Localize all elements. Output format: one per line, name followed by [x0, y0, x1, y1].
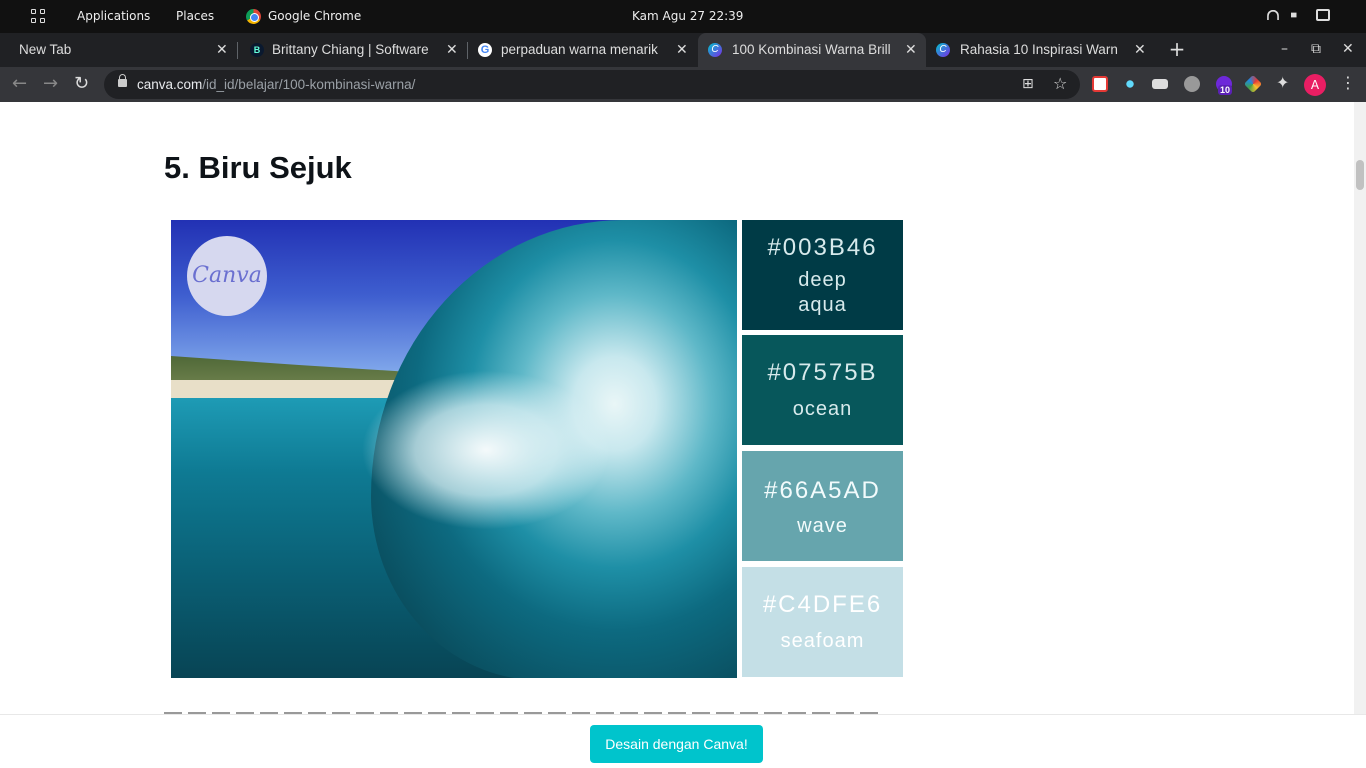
minimize-button[interactable]: –	[1281, 41, 1288, 57]
back-button[interactable]: ←	[12, 73, 27, 94]
browser-toolbar: ← → ↻ canva.com/id_id/belajar/100-kombin…	[0, 67, 1366, 102]
cast-extension-icon[interactable]	[1152, 79, 1168, 89]
translate-icon[interactable]: ⊞	[1022, 76, 1034, 92]
section-heading: 5. Biru Sejuk	[164, 150, 352, 185]
close-window-button[interactable]: ✕	[1342, 41, 1354, 57]
blocker-extension-icon[interactable]	[1184, 76, 1200, 92]
calendar-extension-icon[interactable]	[1092, 76, 1108, 92]
chrome-menu-icon[interactable]: ⋮	[1340, 73, 1356, 92]
swatch-name: seafoam	[780, 630, 865, 652]
clock[interactable]: Kam Agu 27 22:39	[632, 9, 743, 23]
maximize-button[interactable]: ⧉	[1311, 41, 1321, 57]
new-tab-button[interactable]: +	[1166, 38, 1188, 60]
swatch-wave: #66A5AD wave	[742, 451, 903, 561]
extension-badge: 10	[1218, 85, 1233, 95]
swatch-ocean: #07575B ocean	[742, 335, 903, 445]
wave-photo: Canva	[171, 220, 737, 678]
url-path: /id_id/belajar/100-kombinasi-warna/	[202, 77, 416, 92]
tab-title: Rahasia 10 Inspirasi Warn	[960, 42, 1118, 57]
swatch-name-line1: deep	[798, 269, 847, 291]
reload-button[interactable]: ↻	[74, 73, 89, 94]
design-with-canva-button[interactable]: Desain dengan Canva!	[590, 725, 763, 763]
swatch-name: ocean	[792, 398, 853, 420]
tab-brittany-chiang[interactable]: B Brittany Chiang | Software ✕	[238, 33, 468, 67]
extensions-puzzle-icon[interactable]: ✦	[1276, 73, 1289, 92]
address-bar[interactable]: canva.com/id_id/belajar/100-kombinasi-wa…	[104, 70, 1080, 99]
wifi-icon	[1267, 9, 1279, 21]
scrollbar-track[interactable]	[1354, 102, 1366, 714]
canva-logo: Canva	[187, 236, 267, 316]
swatch-hex: #C4DFE6	[762, 591, 883, 618]
tab-google-search[interactable]: G perpaduan warna menarik ✕	[468, 33, 698, 67]
tab-close-icon[interactable]: ✕	[1134, 41, 1146, 58]
color-picker-extension-icon[interactable]	[1243, 74, 1263, 94]
tab-close-icon[interactable]: ✕	[446, 41, 458, 58]
swatch-name: wave	[797, 515, 848, 537]
applications-menu[interactable]: Applications	[77, 9, 150, 23]
swatch-name-line2: aqua	[798, 294, 847, 316]
volume-icon	[1291, 9, 1301, 21]
tab-rahasia-inspirasi[interactable]: C Rahasia 10 Inspirasi Warn ✕	[926, 33, 1158, 67]
react-devtools-icon[interactable]	[1122, 76, 1138, 92]
swatch-seafoam: #C4DFE6 seafoam	[742, 567, 903, 677]
swatch-hex: #003B46	[767, 234, 878, 261]
tab-new-tab[interactable]: New Tab ✕	[8, 33, 238, 67]
system-top-bar: Applications Places Google Chrome Kam Ag…	[0, 0, 1366, 33]
tab-title: Brittany Chiang | Software	[272, 42, 429, 57]
url-text[interactable]: canva.com/id_id/belajar/100-kombinasi-wa…	[137, 77, 415, 92]
battery-icon	[1316, 9, 1330, 21]
places-menu[interactable]: Places	[176, 9, 214, 23]
bookmark-star-icon[interactable]: ☆	[1053, 74, 1067, 93]
paragraph-peek	[164, 706, 884, 714]
web-page: 5. Biru Sejuk Canva #003B46 deep aqua #0…	[0, 102, 1366, 768]
swatch-hex: #66A5AD	[764, 477, 881, 504]
tab-strip: New Tab ✕ B Brittany Chiang | Software ✕…	[0, 33, 1366, 67]
tab-title: 100 Kombinasi Warna Brill	[732, 42, 891, 57]
canva-favicon-icon: C	[708, 43, 722, 57]
profile-avatar[interactable]: A	[1304, 74, 1326, 96]
sticky-cta-bar: Desain dengan Canva!	[0, 714, 1366, 768]
tab-title: New Tab	[19, 42, 72, 57]
scrollbar-thumb[interactable]	[1356, 160, 1364, 190]
active-app-label[interactable]: Google Chrome	[268, 9, 361, 23]
tab-close-icon[interactable]: ✕	[216, 41, 228, 58]
swatch-deep-aqua: #003B46 deep aqua	[742, 220, 903, 330]
forward-button[interactable]: →	[43, 73, 58, 94]
tab-title: perpaduan warna menarik	[501, 42, 658, 57]
url-domain: canva.com	[137, 77, 203, 92]
system-status-area[interactable]	[1266, 9, 1330, 21]
canva-favicon-icon: C	[936, 43, 950, 57]
brittany-favicon-icon: B	[250, 43, 264, 57]
google-favicon-icon: G	[478, 43, 492, 57]
chrome-icon	[246, 9, 261, 24]
swatch-hex: #07575B	[767, 359, 878, 386]
tab-close-icon[interactable]: ✕	[905, 41, 917, 58]
apps-grid-icon[interactable]	[31, 9, 45, 23]
lock-icon[interactable]	[118, 74, 127, 87]
wave-foam	[361, 370, 611, 530]
tab-close-icon[interactable]: ✕	[676, 41, 688, 58]
tab-100-kombinasi-warna[interactable]: C 100 Kombinasi Warna Brill ✕	[698, 33, 926, 67]
